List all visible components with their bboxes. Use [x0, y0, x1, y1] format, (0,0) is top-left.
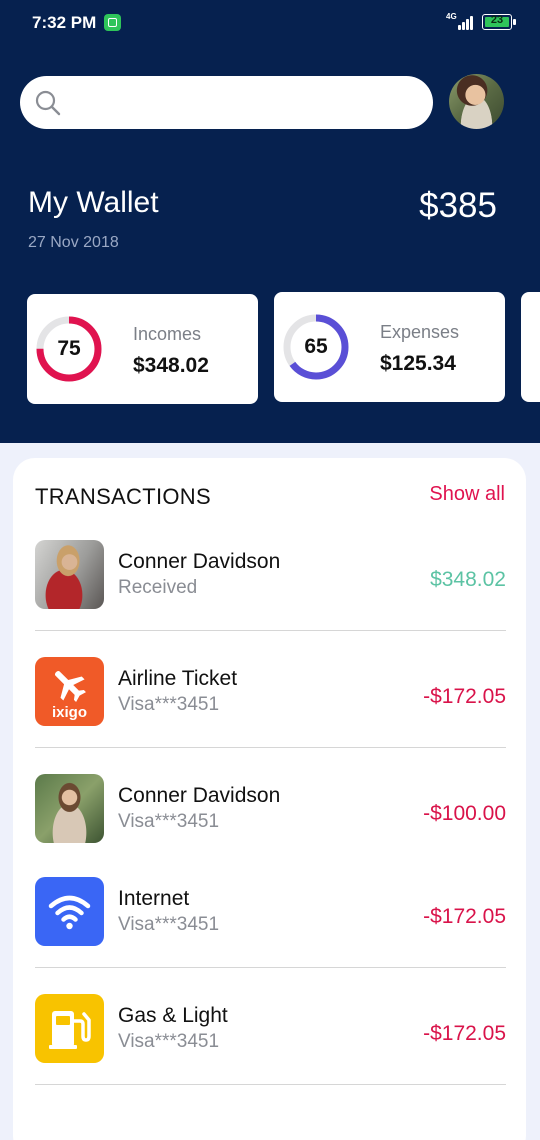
- income-card[interactable]: 75 Incomes $348.02: [27, 294, 258, 404]
- transaction-name: Gas & Light: [118, 1004, 228, 1027]
- ixigo-airplane-icon: ixigo: [35, 657, 104, 726]
- wallet-date: 27 Nov 2018: [28, 234, 119, 251]
- expense-amount: $125.34: [380, 352, 456, 375]
- transaction-subtitle: Visa***3451: [118, 914, 220, 935]
- transaction-subtitle: Visa***3451: [118, 694, 220, 715]
- search-icon[interactable]: [34, 89, 62, 117]
- transactions-title: TRANSACTIONS: [35, 484, 211, 509]
- wallet-header: 7:32 PM 4G 23 My Wallet 27 Nov 2018 $385…: [0, 0, 540, 443]
- income-amount: $348.02: [133, 354, 209, 377]
- transaction-row[interactable]: Conner Davidson Visa***3451 -$100.00: [35, 748, 506, 865]
- wifi-icon: [35, 877, 104, 946]
- transaction-name: Airline Ticket: [118, 667, 238, 690]
- expense-ring-value: 65: [304, 335, 328, 358]
- transaction-amount: -$100.00: [423, 802, 506, 825]
- transaction-amount: -$172.05: [423, 685, 506, 708]
- transaction-amount: $348.02: [430, 568, 506, 591]
- profile-avatar[interactable]: [449, 74, 504, 129]
- show-all-link[interactable]: Show all: [429, 483, 505, 506]
- transaction-amount: -$172.05: [423, 1022, 506, 1045]
- expense-card[interactable]: 65 Expenses $125.34: [274, 292, 505, 402]
- app-notification-icon: [104, 14, 121, 31]
- search-input[interactable]: [76, 84, 416, 121]
- signal-icon: [454, 14, 474, 30]
- wallet-title: My Wallet: [28, 186, 159, 219]
- transaction-row[interactable]: Internet Visa***3451 -$172.05: [35, 851, 506, 968]
- battery-level: 23: [490, 14, 504, 26]
- transaction-row[interactable]: ixigo Airline Ticket Visa***3451 -$172.0…: [35, 631, 506, 748]
- battery-icon: 23: [482, 14, 516, 30]
- divider: [35, 1084, 506, 1085]
- transaction-row[interactable]: Gas & Light Visa***3451 -$172.05: [35, 968, 506, 1085]
- contact-photo: [35, 774, 104, 843]
- transaction-subtitle: Visa***3451: [118, 1031, 220, 1052]
- status-bar: 7:32 PM 4G 23: [0, 0, 540, 46]
- transaction-subtitle: Visa***3451: [118, 811, 220, 832]
- ixigo-logo-text: ixigo: [51, 704, 87, 721]
- transaction-name: Conner Davidson: [118, 550, 281, 573]
- income-ring-value: 75: [57, 337, 81, 360]
- transaction-subtitle: Received: [118, 577, 198, 598]
- transaction-name: Internet: [118, 887, 190, 910]
- next-card-peek[interactable]: [521, 292, 540, 402]
- transactions-panel: TRANSACTIONS Show all Conner Davidson Re…: [13, 458, 526, 1140]
- income-label: Incomes: [133, 324, 202, 344]
- transaction-amount: -$172.05: [423, 905, 506, 928]
- gas-pump-icon: [35, 994, 104, 1063]
- transaction-row[interactable]: Conner Davidson Received $348.02: [35, 514, 506, 631]
- wallet-balance: $385: [419, 186, 497, 225]
- expense-label: Expenses: [380, 322, 460, 342]
- contact-photo: [35, 540, 104, 609]
- transaction-name: Conner Davidson: [118, 784, 281, 807]
- status-time: 7:32 PM: [32, 13, 97, 32]
- search-bar[interactable]: [20, 76, 433, 129]
